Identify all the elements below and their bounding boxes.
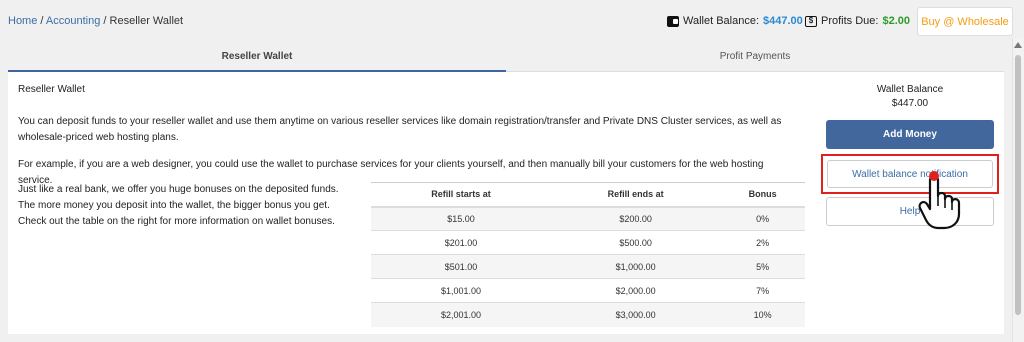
column-header-refill-start: Refill starts at	[371, 182, 551, 208]
bonus-table: Refill starts at Refill ends at Bonus $1…	[371, 182, 805, 327]
table-cell: $3,000.00	[550, 302, 721, 327]
table-cell: $200.00	[550, 206, 721, 231]
help-button[interactable]: Help	[826, 197, 994, 226]
profits-due-amount: $2.00	[882, 15, 910, 27]
panel-title: Reseller Wallet	[18, 84, 85, 95]
sidebar-balance-value: $447.00	[891, 98, 929, 109]
sidebar-balance: Wallet Balance $447.00	[826, 83, 994, 111]
table-cell: $1,000.00	[550, 254, 721, 279]
table-row: $15.00 $200.00 0%	[371, 206, 805, 231]
table-cell: $201.00	[371, 230, 551, 255]
buy-wholesale-button[interactable]: Buy @ Wholesale	[917, 7, 1013, 36]
add-money-button[interactable]: Add Money	[826, 120, 994, 149]
breadcrumb-home[interactable]: Home	[8, 15, 37, 27]
tab-bar: Reseller Wallet Profit Payments	[8, 44, 1004, 72]
table-cell: $2,000.00	[550, 278, 721, 303]
table-row: $1,001.00 $2,000.00 7%	[371, 278, 805, 303]
breadcrumb-current: Reseller Wallet	[109, 15, 184, 27]
table-cell: 2%	[720, 230, 805, 255]
sidebar-balance-label: Wallet Balance	[876, 84, 944, 95]
breadcrumb: Home / Accounting / Reseller Wallet	[8, 15, 183, 27]
breadcrumb-accounting[interactable]: Accounting	[46, 15, 100, 27]
notification-highlight: Wallet balance notification	[821, 154, 999, 194]
table-row: $2,001.00 $3,000.00 10%	[371, 302, 805, 327]
table-cell: 10%	[720, 302, 805, 327]
breadcrumb-separator: /	[37, 15, 46, 27]
column-header-refill-end: Refill ends at	[550, 182, 721, 208]
table-cell: $15.00	[371, 206, 551, 231]
table-cell: 5%	[720, 254, 805, 279]
table-cell: $2,001.00	[371, 302, 551, 327]
intro-paragraph: You can deposit funds to your reseller w…	[18, 116, 782, 143]
wallet-icon	[667, 15, 679, 27]
scrollbar-thumb[interactable]	[1015, 55, 1021, 315]
tab-profit-payments[interactable]: Profit Payments	[506, 44, 1004, 72]
table-cell: $500.00	[550, 230, 721, 255]
column-header-bonus: Bonus	[720, 182, 805, 208]
table-row: $501.00 $1,000.00 5%	[371, 254, 805, 279]
table-header-row: Refill starts at Refill ends at Bonus	[371, 182, 805, 208]
table-row: $201.00 $500.00 2%	[371, 230, 805, 255]
table-cell: $501.00	[371, 254, 551, 279]
wallet-balance-amount: $447.00	[763, 15, 803, 27]
bonus-paragraph: Just like a real bank, we offer you huge…	[18, 184, 339, 227]
tab-reseller-wallet[interactable]: Reseller Wallet	[8, 44, 506, 72]
dollar-icon: $	[805, 15, 817, 27]
table-cell: 7%	[720, 278, 805, 303]
wallet-balance-label: Wallet Balance:	[683, 15, 760, 27]
top-bar: Home / Accounting / Reseller Wallet Wall…	[0, 0, 1013, 44]
wallet-balance-indicator: Wallet Balance: $447.00	[667, 15, 803, 27]
reseller-wallet-panel: Reseller Wallet You can deposit funds to…	[8, 72, 1004, 334]
hand-pointer-icon	[918, 171, 961, 230]
wallet-notification-button[interactable]: Wallet balance notification	[827, 160, 993, 188]
profits-due-indicator: $ Profits Due: $2.00	[805, 15, 910, 27]
breadcrumb-separator: /	[100, 15, 110, 27]
table-cell: 0%	[720, 206, 805, 231]
table-cell: $1,001.00	[371, 278, 551, 303]
scroll-up-arrow-icon[interactable]	[1014, 42, 1022, 48]
profits-due-label: Profits Due:	[821, 15, 879, 27]
